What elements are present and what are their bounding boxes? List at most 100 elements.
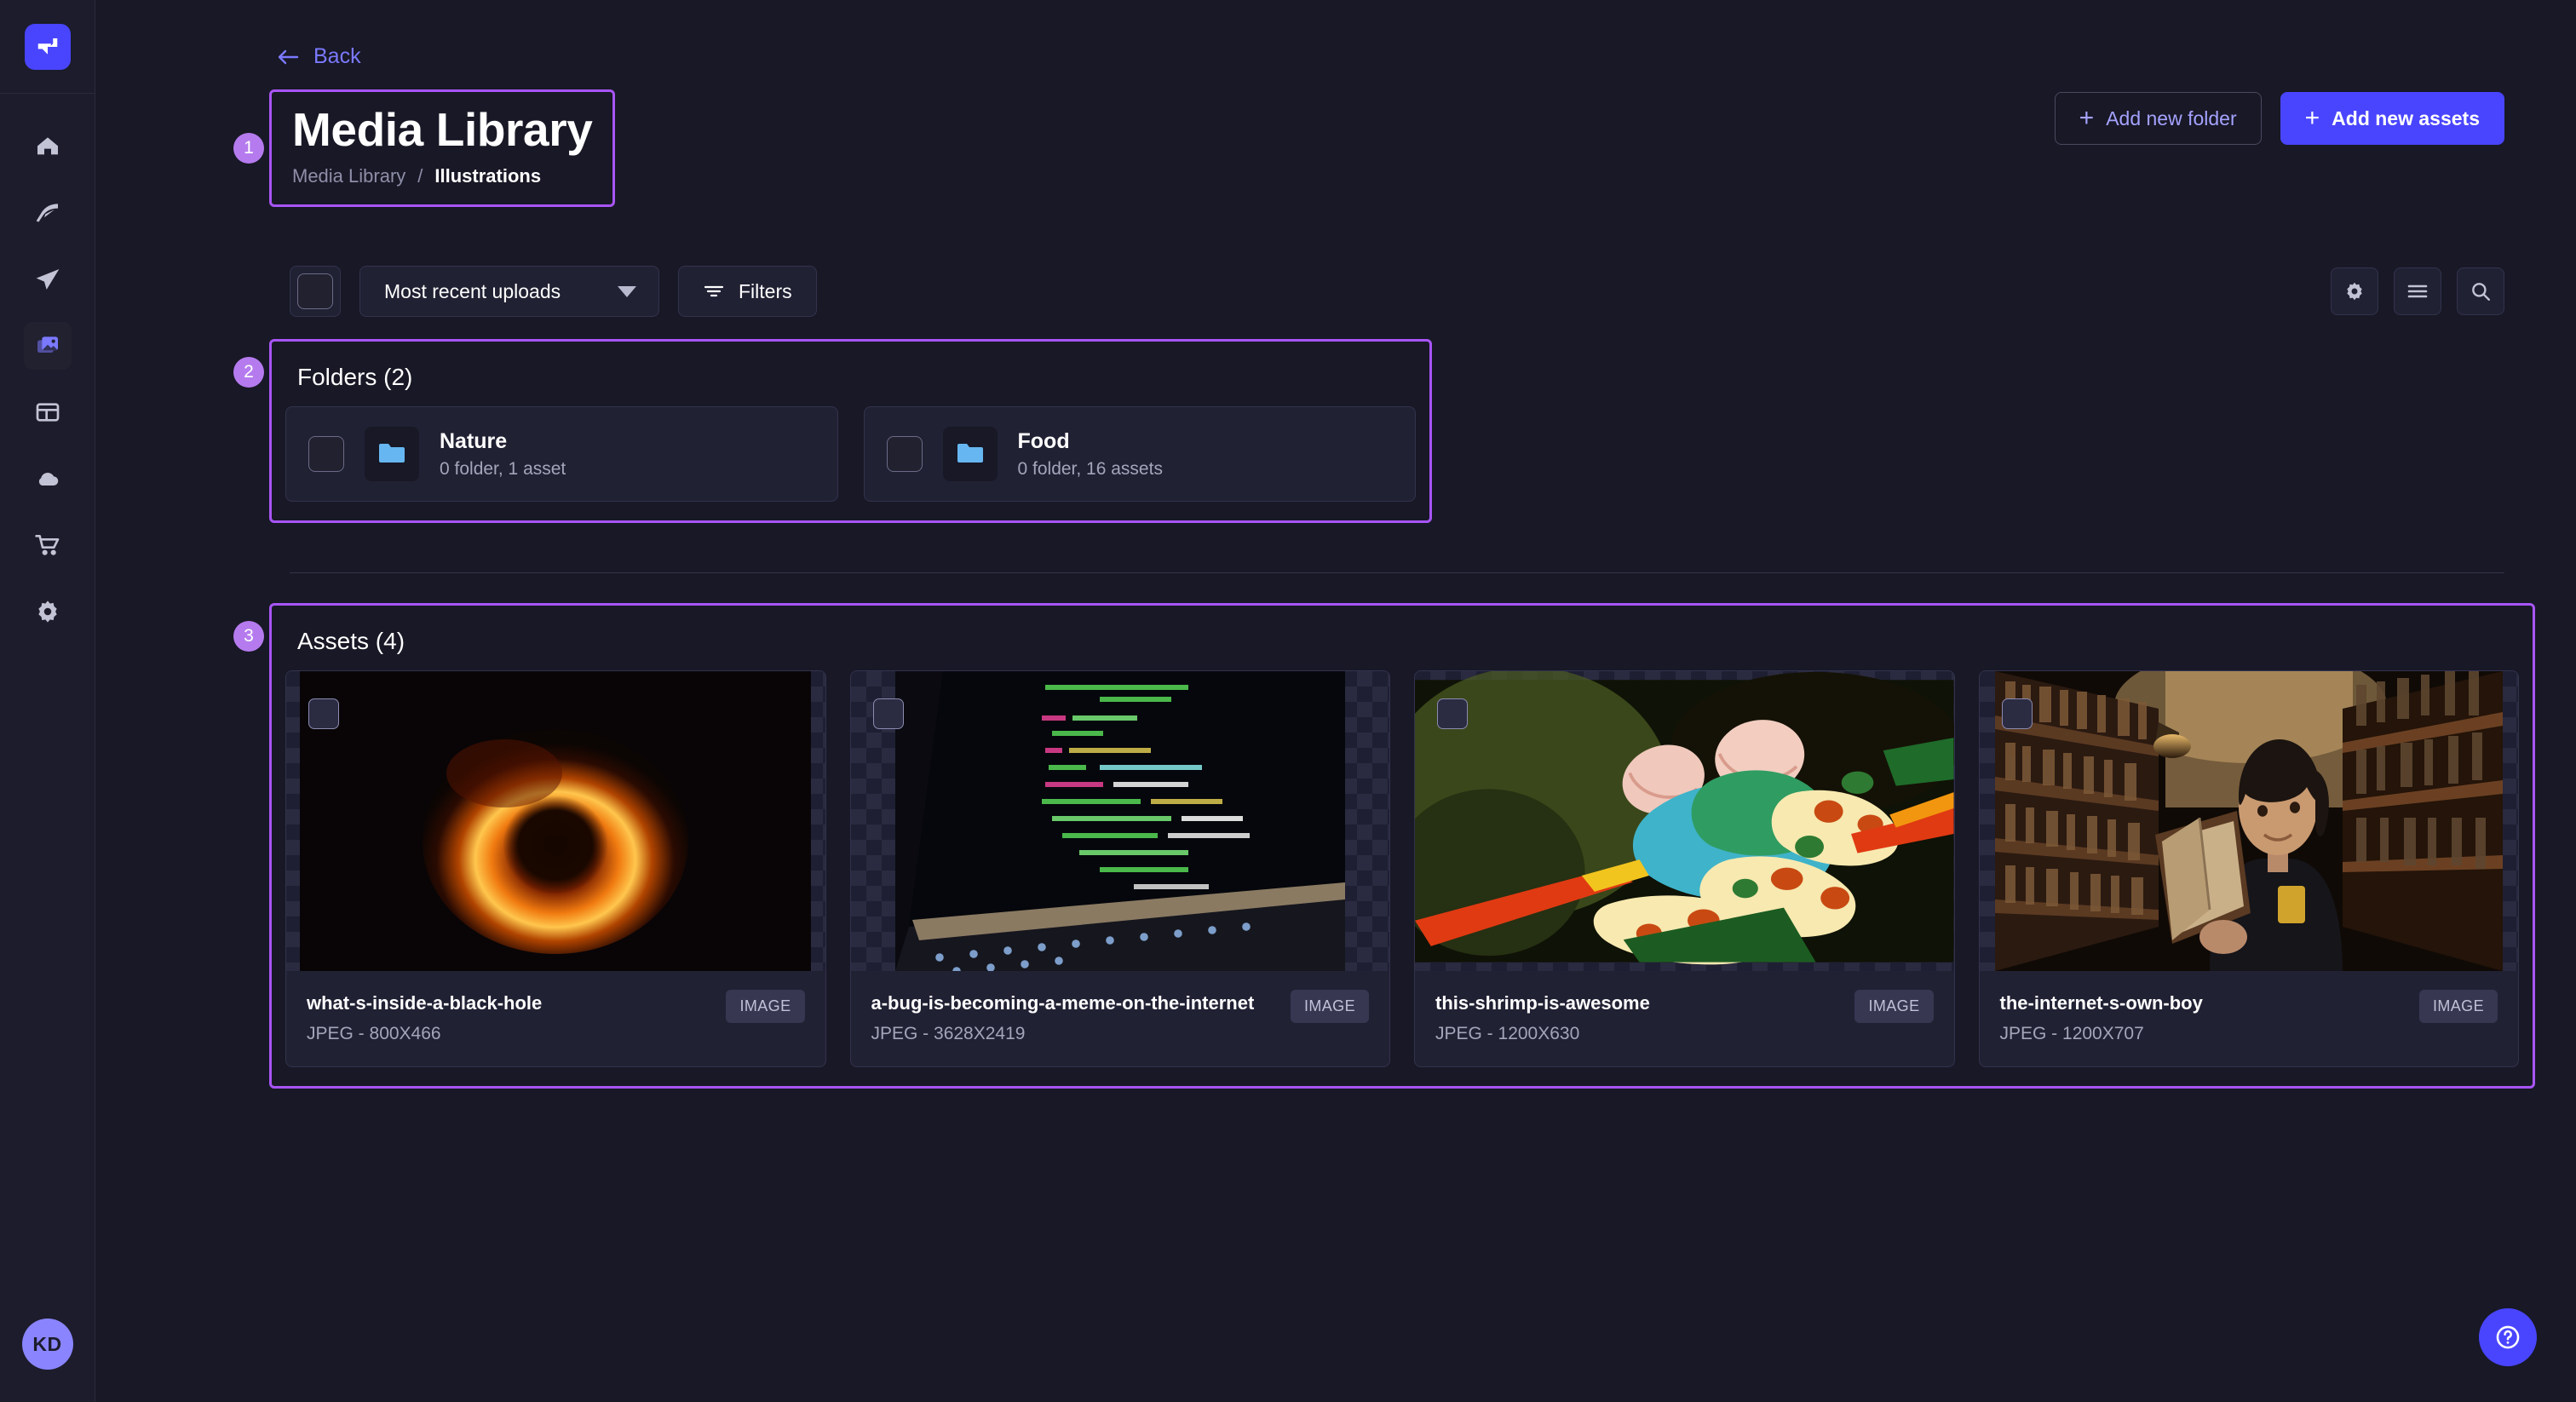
- add-new-folder-button[interactable]: + Add new folder: [2055, 92, 2262, 145]
- asset-type-badge: IMAGE: [1291, 990, 1369, 1023]
- sidebar-item-settings[interactable]: [24, 588, 72, 635]
- folder-name: Nature: [440, 429, 566, 454]
- sidebar-item-deploy[interactable]: [24, 256, 72, 303]
- asset-name: the-internet-s-own-boy: [2000, 990, 2406, 1017]
- paper-plane-icon: [34, 266, 61, 293]
- asset-card[interactable]: this-shrimp-is-awesome JPEG - 1200X630 I…: [1414, 670, 1955, 1067]
- asset-caption-text: a-bug-is-becoming-a-meme-on-the-internet…: [871, 990, 1277, 1044]
- asset-name: this-shrimp-is-awesome: [1435, 990, 1841, 1017]
- home-icon: [34, 133, 61, 160]
- breadcrumb-root[interactable]: Media Library: [292, 165, 405, 187]
- sidebar-item-marketplace[interactable]: [24, 521, 72, 569]
- asset-caption-text: the-internet-s-own-boy JPEG - 1200X707: [2000, 990, 2406, 1044]
- asset-caption-text: what-s-inside-a-black-hole JPEG - 800X46…: [307, 990, 712, 1044]
- folder-card[interactable]: Food 0 folder, 16 assets: [864, 406, 1417, 502]
- select-all-checkbox[interactable]: [290, 266, 341, 317]
- asset-card[interactable]: a-bug-is-becoming-a-meme-on-the-internet…: [850, 670, 1391, 1067]
- asset-thumbnail[interactable]: [851, 671, 1390, 971]
- add-new-assets-label: Add new assets: [2332, 107, 2480, 130]
- sort-select-value: Most recent uploads: [384, 280, 561, 303]
- breadcrumb: Media Library / Illustrations: [292, 165, 592, 187]
- asset-meta: JPEG - 1200X707: [2000, 1024, 2406, 1044]
- back-link[interactable]: Back: [276, 44, 361, 69]
- header-actions: + Add new folder + Add new assets: [2055, 92, 2504, 145]
- help-button[interactable]: [2479, 1308, 2537, 1366]
- strapi-logo-glyph: [35, 34, 60, 60]
- search-icon: [2470, 280, 2492, 302]
- asset-caption: a-bug-is-becoming-a-meme-on-the-internet…: [851, 971, 1390, 1066]
- toolbar-right-icons: [2331, 267, 2504, 315]
- asset-select-checkbox[interactable]: [873, 698, 904, 729]
- avatar[interactable]: KD: [22, 1319, 73, 1370]
- breadcrumb-current: Illustrations: [434, 165, 541, 187]
- filters-label: Filters: [739, 280, 792, 303]
- arrow-left-icon: [276, 48, 300, 66]
- sidebar-item-content-manager[interactable]: [24, 189, 72, 237]
- asset-thumbnail[interactable]: [286, 671, 825, 971]
- annotation-badge-1: 1: [233, 133, 264, 164]
- folders-grid: Nature 0 folder, 1 asset Food 0 folder, …: [285, 406, 1416, 502]
- sidebar-item-content-type-builder[interactable]: [24, 388, 72, 436]
- asset-select-checkbox[interactable]: [2002, 698, 2033, 729]
- asset-type-badge: IMAGE: [726, 990, 804, 1023]
- sidebar-item-home[interactable]: [24, 123, 72, 170]
- asset-caption: this-shrimp-is-awesome JPEG - 1200X630 I…: [1415, 971, 1954, 1066]
- asset-select-checkbox[interactable]: [1437, 698, 1468, 729]
- feather-icon: [34, 199, 61, 227]
- asset-type-badge: IMAGE: [2419, 990, 2498, 1023]
- sidebar-item-cloud[interactable]: [24, 455, 72, 503]
- shopping-cart-icon: [34, 531, 61, 559]
- settings-gear-button[interactable]: [2331, 267, 2378, 315]
- cloud-icon: [34, 465, 61, 492]
- folder-icon-wrap: [943, 427, 998, 481]
- folder-select-checkbox[interactable]: [887, 436, 923, 472]
- folder-meta: 0 folder, 1 asset: [440, 459, 566, 480]
- search-button[interactable]: [2457, 267, 2504, 315]
- asset-thumbnail[interactable]: [1415, 671, 1954, 971]
- annotation-badge-2: 2: [233, 357, 264, 388]
- logo-container: [0, 0, 95, 94]
- plus-icon: +: [2305, 106, 2320, 131]
- folder-meta: 0 folder, 16 assets: [1018, 459, 1163, 480]
- mantis-shrimp-image: [1415, 671, 1954, 971]
- assets-section: 3 Assets (4): [269, 603, 2535, 1089]
- asset-select-checkbox[interactable]: [308, 698, 339, 729]
- folder-icon: [377, 441, 406, 467]
- gear-icon: [34, 598, 61, 625]
- main-content: Back 1 Media Library Media Library / Ill…: [95, 0, 2576, 1402]
- asset-thumbnail[interactable]: [1980, 671, 2519, 971]
- page-title-block: 1 Media Library Media Library / Illustra…: [269, 89, 615, 207]
- asset-card[interactable]: what-s-inside-a-black-hole JPEG - 800X46…: [285, 670, 826, 1067]
- filters-button[interactable]: Filters: [678, 266, 817, 317]
- sidebar: KD: [0, 0, 95, 1402]
- plus-icon: +: [2079, 106, 2095, 131]
- asset-name: a-bug-is-becoming-a-meme-on-the-internet: [871, 990, 1277, 1017]
- assets-grid: what-s-inside-a-black-hole JPEG - 800X46…: [285, 670, 2519, 1067]
- black-hole-image: [300, 671, 811, 971]
- folder-card[interactable]: Nature 0 folder, 1 asset: [285, 406, 838, 502]
- add-new-folder-label: Add new folder: [2106, 107, 2236, 130]
- folder-name: Food: [1018, 429, 1163, 454]
- list-view-button[interactable]: [2394, 267, 2441, 315]
- folder-icon-wrap: [365, 427, 419, 481]
- asset-caption: the-internet-s-own-boy JPEG - 1200X707 I…: [1980, 971, 2519, 1066]
- chevron-down-icon: [618, 286, 636, 297]
- page-title: Media Library: [292, 102, 592, 157]
- back-label: Back: [313, 44, 361, 69]
- folders-section: 2 Folders (2) Nature 0 folder, 1 asset: [269, 339, 1432, 523]
- folder-text: Nature 0 folder, 1 asset: [440, 429, 566, 480]
- toolbar: Most recent uploads Filters: [290, 266, 2504, 317]
- sidebar-item-media-library[interactable]: [24, 322, 72, 370]
- add-new-assets-button[interactable]: + Add new assets: [2280, 92, 2504, 145]
- strapi-logo[interactable]: [25, 24, 71, 70]
- asset-meta: JPEG - 800X466: [307, 1024, 712, 1044]
- asset-meta: JPEG - 1200X630: [1435, 1024, 1841, 1044]
- asset-name: what-s-inside-a-black-hole: [307, 990, 712, 1017]
- help-circle-icon: [2493, 1323, 2522, 1352]
- asset-card[interactable]: the-internet-s-own-boy JPEG - 1200X707 I…: [1979, 670, 2520, 1067]
- folders-heading: Folders (2): [297, 364, 1416, 391]
- folder-text: Food 0 folder, 16 assets: [1018, 429, 1163, 480]
- folder-select-checkbox[interactable]: [308, 436, 344, 472]
- sort-select[interactable]: Most recent uploads: [359, 266, 659, 317]
- images-icon: [34, 332, 61, 359]
